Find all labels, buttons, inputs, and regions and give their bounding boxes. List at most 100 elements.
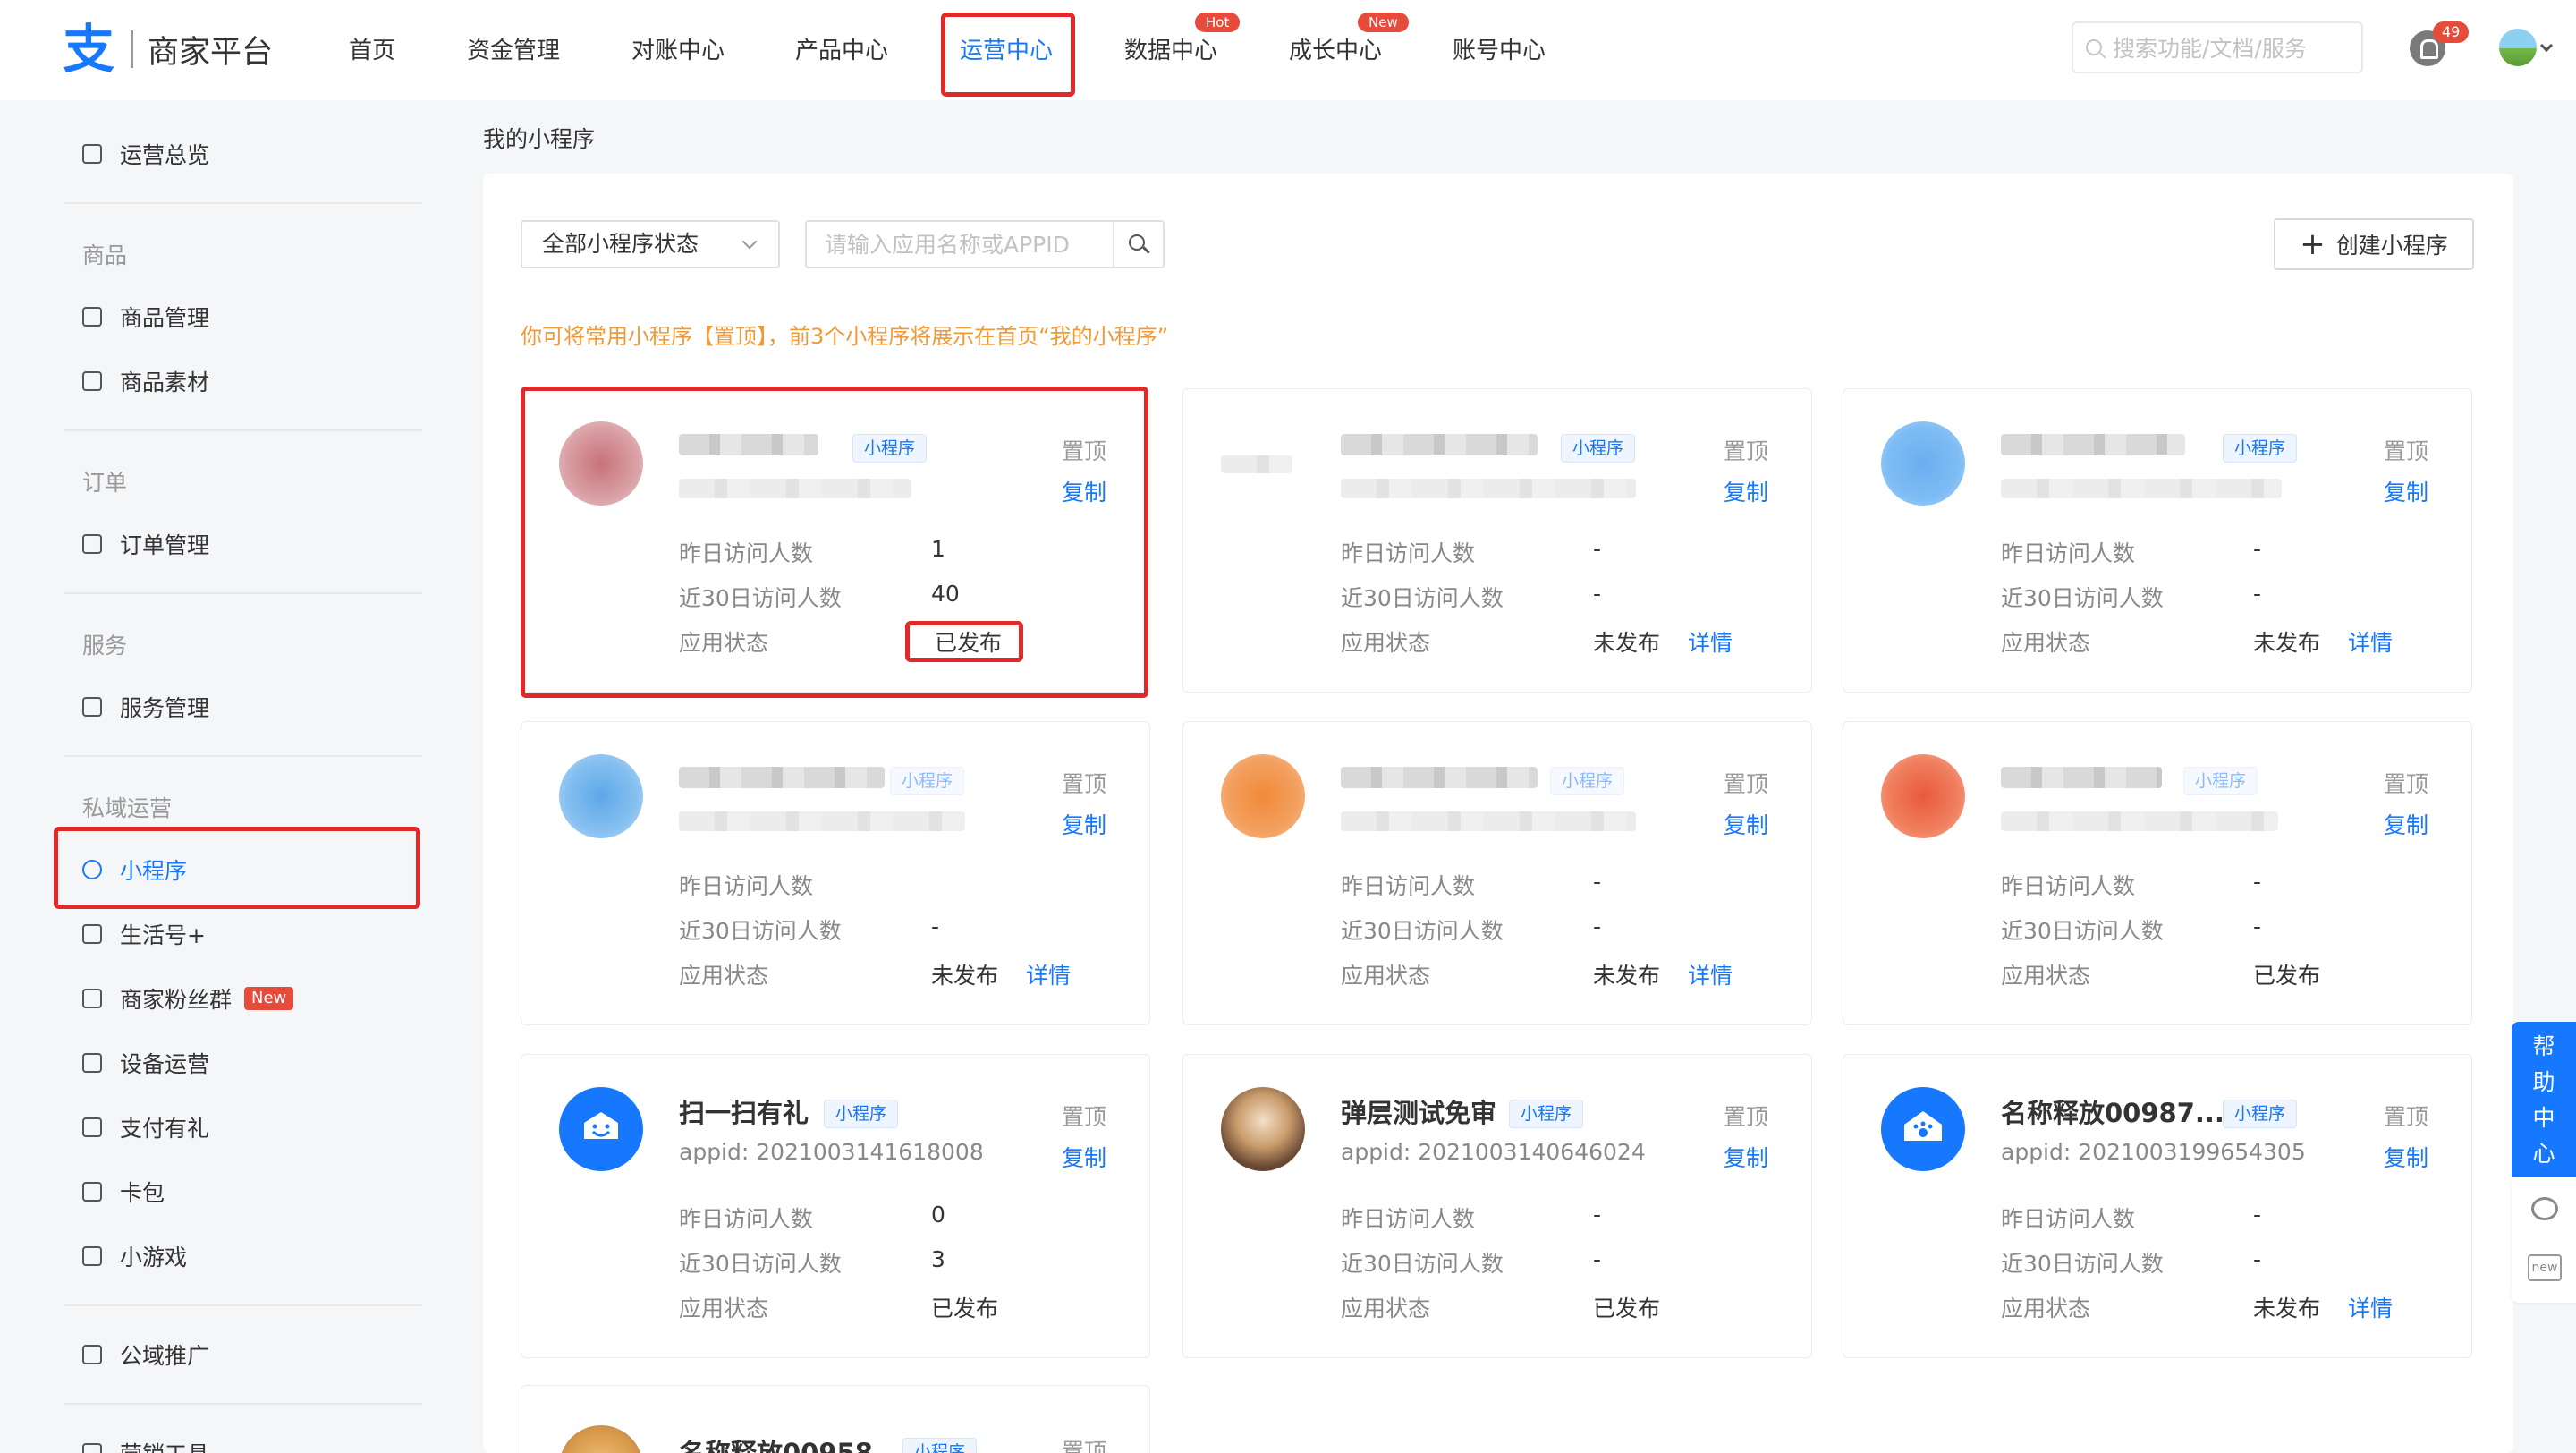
sidebar-item-overview[interactable]: 运营总览 (82, 138, 209, 170)
divider (64, 1403, 422, 1405)
status-select[interactable]: 全部小程序状态 (521, 220, 780, 268)
divider (64, 429, 422, 431)
search-button[interactable] (1113, 220, 1165, 268)
app-logo (1881, 421, 1965, 506)
sidebar-item-marketing[interactable]: 营销工具 (82, 1437, 209, 1453)
status-label: 应用状态 (2001, 1296, 2091, 1321)
copy-button[interactable]: 复制 (1062, 808, 1106, 840)
divider (64, 202, 422, 204)
pin-button[interactable]: 置顶 (1062, 1100, 1106, 1132)
miniprogram-tag: 小程序 (1561, 434, 1636, 463)
sidebar-item-cards[interactable]: 卡包 (82, 1176, 165, 1208)
appid-search-input[interactable] (805, 220, 1114, 268)
pin-button[interactable]: 置顶 (2384, 767, 2428, 799)
last30-value: - (1593, 1246, 1602, 1272)
sidebar-item-public-promo[interactable]: 公域推广 (82, 1338, 209, 1371)
copy-button[interactable]: 复制 (2384, 1141, 2428, 1173)
copy-button[interactable]: 复制 (1062, 1141, 1106, 1173)
yesterday-label: 昨日访问人数 (2001, 1206, 2136, 1232)
miniprogram-card[interactable]: 弹层测试免审 小程序 appid: 2021003140646024 置顶 复制… (1182, 1054, 1812, 1358)
yesterday-label: 昨日访问人数 (2001, 540, 2136, 566)
document-icon (82, 371, 102, 391)
help-char: 心 (2532, 1141, 2555, 1167)
sidebar-item-life[interactable]: 生活号+ (82, 918, 206, 950)
redacted-title (1341, 767, 1538, 788)
sidebar-item-device[interactable]: 设备运营 (82, 1047, 209, 1079)
alipay-logo-icon: 支 (63, 19, 115, 80)
yesterday-value: - (1593, 1202, 1602, 1228)
sidebar-item-goods-manage[interactable]: 商品管理 (82, 301, 209, 333)
detail-link[interactable]: 详情 (1026, 958, 1071, 990)
copy-button[interactable]: 复制 (2384, 475, 2428, 507)
nav-growth[interactable]: 成长中心 (1289, 32, 1382, 65)
chevron-down-icon[interactable] (2539, 38, 2554, 53)
sidebar-item-label: 商品管理 (120, 305, 210, 331)
miniprogram-card[interactable]: 小程序 置顶 复制 昨日访问人数 - 近30日访问人数 - 应用状态 未发布 详… (1843, 388, 2472, 693)
miniprogram-card[interactable]: 扫一扫有礼 小程序 appid: 2021003141618008 置顶 复制 … (521, 1054, 1150, 1358)
redacted-appid (1341, 479, 1636, 498)
miniprogram-tag: 小程序 (2183, 767, 2258, 795)
nav-reconciliation[interactable]: 对账中心 (631, 32, 724, 65)
pin-button[interactable]: 置顶 (2384, 1100, 2428, 1132)
avatar[interactable] (2499, 29, 2537, 66)
miniprogram-tag: 小程序 (1509, 1100, 1584, 1128)
highlight-first-card (521, 387, 1148, 698)
brand-logo[interactable]: 支 商家平台 (63, 23, 273, 75)
copy-button[interactable]: 复制 (1724, 808, 1768, 840)
redacted-appid (2001, 479, 2282, 498)
paw-house-icon (1881, 1087, 1965, 1171)
help-center-button[interactable]: 帮 助 中 心 (2512, 1022, 2576, 1177)
sidebar-item-services[interactable]: 服务管理 (82, 691, 209, 723)
pin-button[interactable]: 置顶 (1724, 767, 1768, 799)
sidebar-item-games[interactable]: 小游戏 (82, 1240, 187, 1272)
last30-label: 近30日访问人数 (679, 1251, 842, 1277)
pin-button[interactable]: 置顶 (1724, 434, 1768, 466)
miniprogram-card[interactable]: 名称释放00958 小程序 置顶 (521, 1385, 1150, 1453)
detail-link[interactable]: 详情 (1688, 958, 1733, 990)
sidebar-item-label: 支付有礼 (120, 1116, 210, 1142)
sidebar-item-orders[interactable]: 订单管理 (82, 528, 209, 560)
avatar (1221, 1087, 1305, 1171)
app-logo (1881, 754, 1965, 838)
pin-button[interactable]: 置顶 (1062, 767, 1106, 799)
detail-link[interactable]: 详情 (2348, 625, 2393, 658)
nav-products[interactable]: 产品中心 (795, 32, 888, 65)
pin-button[interactable]: 置顶 (1062, 1434, 1106, 1453)
sidebar-item-fans[interactable]: 商家粉丝群 New (82, 982, 294, 1015)
pin-button[interactable]: 置顶 (1724, 1100, 1768, 1132)
nav-home[interactable]: 首页 (349, 32, 395, 65)
miniprogram-card[interactable]: 小程序 置顶 复制 昨日访问人数 - 近30日访问人数 - 应用状态 未发布 详… (1182, 388, 1812, 693)
detail-link[interactable]: 详情 (1688, 625, 1733, 658)
miniprogram-card[interactable]: 小程序 置顶 复制 昨日访问人数 - 近30日访问人数 - 应用状态 未发布 详… (1182, 721, 1812, 1025)
copy-button[interactable]: 复制 (1724, 475, 1768, 507)
miniprogram-card[interactable]: 名称释放00987... 小程序 appid: 2021003199654305… (1843, 1054, 2472, 1358)
hot-badge: Hot (1195, 13, 1241, 32)
create-miniprogram-button[interactable]: + 创建小程序 (2274, 218, 2474, 270)
app-id: appid: 2021003141618008 (679, 1139, 984, 1165)
detail-link[interactable]: 详情 (2348, 1291, 2393, 1323)
divider (64, 755, 422, 757)
device-icon (82, 1053, 102, 1073)
global-search-input[interactable]: 搜索功能/文档/服务 (2072, 21, 2363, 73)
divider (64, 592, 422, 594)
pin-button[interactable]: 置顶 (2384, 434, 2428, 466)
copy-button[interactable]: 复制 (2384, 808, 2428, 840)
status-value: 已发布 (1593, 1296, 1661, 1321)
redacted-title (2001, 767, 2162, 788)
miniprogram-card[interactable]: 小程序 置顶 复制 昨日访问人数 近30日访问人数 - 应用状态 未发布 详情 (521, 721, 1150, 1025)
nav-data[interactable]: 数据中心 (1124, 32, 1217, 65)
highlight-miniprogram (54, 827, 420, 909)
sidebar-item-goods-material[interactable]: 商品素材 (82, 365, 209, 397)
redacted-appid (679, 811, 965, 831)
last30-value: 3 (931, 1246, 945, 1272)
nav-funds[interactable]: 资金管理 (467, 32, 560, 65)
headset-icon[interactable] (2531, 1197, 2558, 1220)
copy-button[interactable]: 复制 (1724, 1141, 1768, 1173)
new-icon[interactable]: new (2528, 1254, 2562, 1281)
sidebar-item-payment-gift[interactable]: 支付有礼 (82, 1111, 209, 1143)
new-badge: New (1358, 13, 1409, 32)
miniprogram-card[interactable]: 小程序 置顶 复制 昨日访问人数 - 近30日访问人数 - 应用状态 已发布 (1843, 721, 2472, 1025)
divider (64, 1304, 422, 1306)
sidebar-item-label: 商品素材 (120, 370, 210, 395)
nav-account[interactable]: 账号中心 (1453, 32, 1546, 65)
